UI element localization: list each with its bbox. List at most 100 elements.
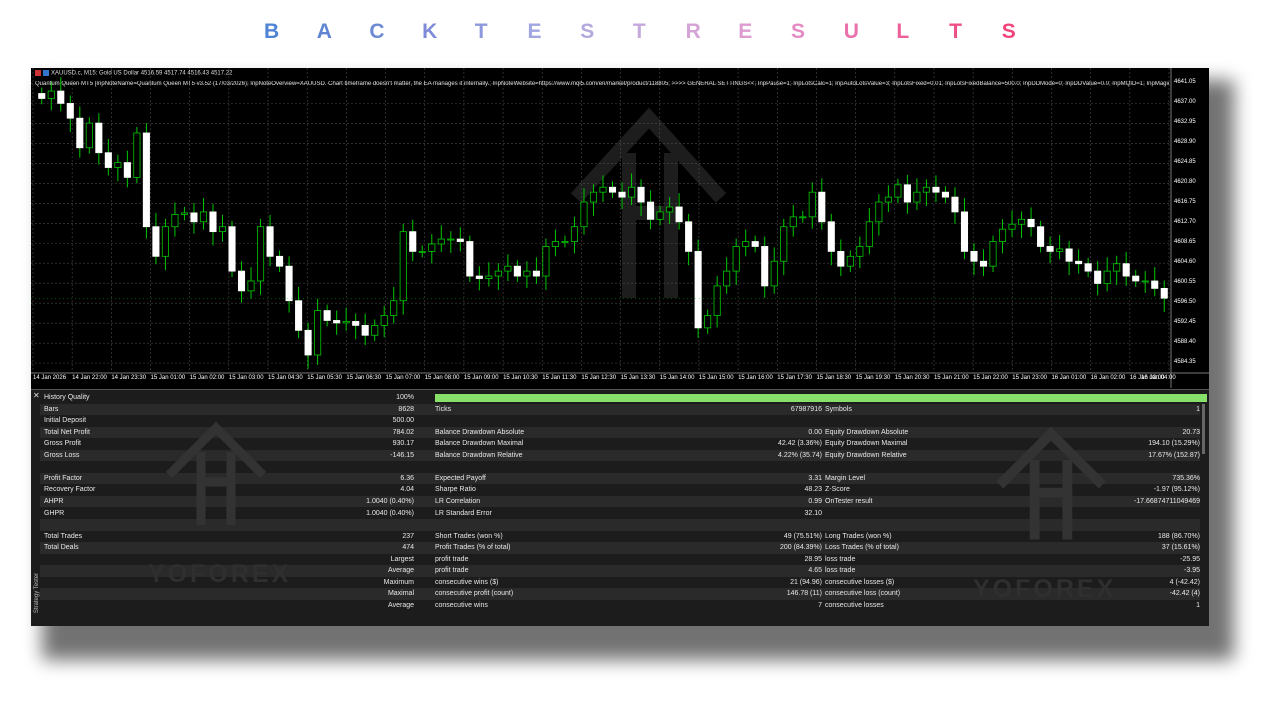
- chart-background: [31, 68, 1209, 388]
- candle-bear: [209, 211, 217, 233]
- brand-watermark-right: YOFOREX: [973, 575, 1117, 603]
- metric-label: LR Standard Error: [435, 509, 492, 517]
- metric-value: 0.00: [808, 428, 822, 436]
- candle-bull: [551, 241, 559, 247]
- time-tick: 15 Jan 10:30: [503, 375, 538, 381]
- time-tick: 15 Jan 21:00: [933, 375, 969, 381]
- candle-bear: [647, 201, 655, 220]
- candle-bear: [960, 211, 969, 252]
- time-tick: 16 Jan 04:00: [1141, 375, 1176, 381]
- candle-bull: [875, 201, 883, 223]
- metric-value: -3.95: [1184, 567, 1200, 575]
- close-icon[interactable]: ✕: [33, 391, 40, 400]
- metric-value: -42.42 (4): [1169, 590, 1200, 598]
- metric-value: 37 (15.61%): [1161, 544, 1200, 552]
- candle-bull: [732, 246, 740, 272]
- brand-watermark-left: YOFOREX: [148, 560, 292, 588]
- candle-bull: [1056, 248, 1064, 252]
- title-letter: A: [316, 20, 332, 43]
- price-tick: 4628.90: [1174, 139, 1196, 146]
- metric-value: 4.65: [808, 567, 822, 575]
- terminal-window: XAUUSD.c, M15: Gold US Dollar 4516.59 45…: [31, 68, 1209, 626]
- candle-bear: [637, 186, 645, 203]
- price-tick: 4641.05: [1174, 79, 1196, 86]
- title-letter: E: [738, 20, 753, 43]
- title-letter: S: [1001, 20, 1016, 43]
- candle-bull: [399, 231, 407, 302]
- metric-label: Total Net Profit: [44, 428, 90, 436]
- candle-bull: [627, 186, 636, 198]
- metric-label: Expected Payoff: [435, 474, 486, 482]
- candle-bear: [276, 255, 284, 267]
- metric-label: consecutive loss (count): [825, 590, 901, 598]
- price-tick: 4608.65: [1174, 239, 1196, 246]
- time-tick: 15 Jan 13:30: [620, 375, 656, 381]
- time-tick: 16 Jan 02:00: [1090, 375, 1126, 381]
- report-scrollbar[interactable]: [1202, 404, 1205, 454]
- price-tick: 4596.50: [1174, 299, 1196, 306]
- metric-value: -146.15: [390, 451, 414, 459]
- metric-label: Balance Drawdown Maximal: [435, 440, 524, 448]
- candle-bear: [228, 226, 236, 272]
- metric-label: Total Deals: [44, 544, 79, 552]
- candle-bear: [941, 191, 949, 198]
- candle-bear: [104, 152, 112, 168]
- metric-value: Largest: [390, 555, 414, 563]
- candle-bull: [133, 132, 141, 178]
- price-chart[interactable]: XAUUSD.c, M15: Gold US Dollar 4516.59 45…: [31, 68, 1209, 388]
- metric-value: 1: [1196, 405, 1200, 413]
- metric-value: 6.36: [400, 474, 414, 482]
- candle-bear: [903, 184, 911, 203]
- metric-value: 49 (75.51%): [783, 532, 822, 540]
- candle-bear: [1084, 263, 1092, 272]
- candle-bull: [561, 241, 569, 243]
- candlestick-chart[interactable]: [31, 68, 1209, 388]
- candle-bear: [57, 90, 65, 104]
- candle-bear: [827, 221, 835, 252]
- candle-bull: [922, 186, 930, 193]
- metric-value: 17.67% (152.87): [1148, 451, 1200, 459]
- metric-label: Short Trades (won %): [435, 532, 503, 540]
- time-tick: 15 Jan 20:30: [894, 375, 930, 381]
- metric-label: consecutive wins ($): [435, 578, 499, 586]
- metric-value: 28.95: [804, 555, 822, 563]
- candle-bear: [618, 191, 626, 198]
- price-tick: 4592.45: [1174, 319, 1196, 326]
- metric-value: Maximum: [383, 578, 414, 586]
- candle-bull: [789, 216, 797, 228]
- metric-value: 1.0040 (0.40%): [366, 509, 414, 517]
- metric-label: Long Trades (won %): [825, 532, 892, 540]
- metric-label: AHPR: [44, 497, 64, 505]
- candle-bull: [865, 221, 873, 247]
- candle-bear: [1075, 260, 1083, 265]
- candle-bull: [1141, 280, 1149, 283]
- price-tick: 4612.70: [1174, 219, 1196, 226]
- metric-label: consecutive wins: [435, 601, 488, 609]
- metric-value: -25.95: [1180, 555, 1200, 563]
- time-tick: 15 Jan 03:00: [228, 375, 264, 381]
- metric-value: 194.10 (15.29%): [1148, 440, 1200, 448]
- time-tick: 15 Jan 16:00: [738, 375, 773, 381]
- metric-value: 200 (84.39%): [779, 544, 822, 552]
- time-tick: 15 Jan 11:30: [542, 375, 577, 381]
- candle-bear: [1037, 226, 1045, 247]
- metric-value: 4.04: [400, 486, 414, 494]
- candle-bear: [295, 300, 303, 331]
- metric-label: Total Trades: [44, 532, 83, 540]
- metric-label: Profit Trades (% of total): [435, 544, 511, 552]
- candle-bull: [428, 243, 436, 252]
- metric-value: -1.97 (95.12%): [1153, 486, 1200, 494]
- price-tick: 4604.60: [1174, 259, 1196, 266]
- candle-bear: [466, 241, 474, 277]
- candle-bear: [142, 132, 150, 228]
- candle-bull: [380, 315, 388, 326]
- metric-label: History Quality: [44, 394, 90, 401]
- price-tick: 4584.35: [1174, 359, 1196, 366]
- price-tick: 4588.40: [1174, 339, 1196, 346]
- candle-bull: [713, 285, 721, 316]
- metric-value: -17.66874711049469: [1133, 497, 1200, 505]
- price-tick: 4632.95: [1174, 119, 1196, 126]
- metric-value: 4.22% (35.74): [778, 451, 822, 459]
- candle-bear: [38, 93, 46, 99]
- metric-value: 21 (94.96): [790, 578, 822, 586]
